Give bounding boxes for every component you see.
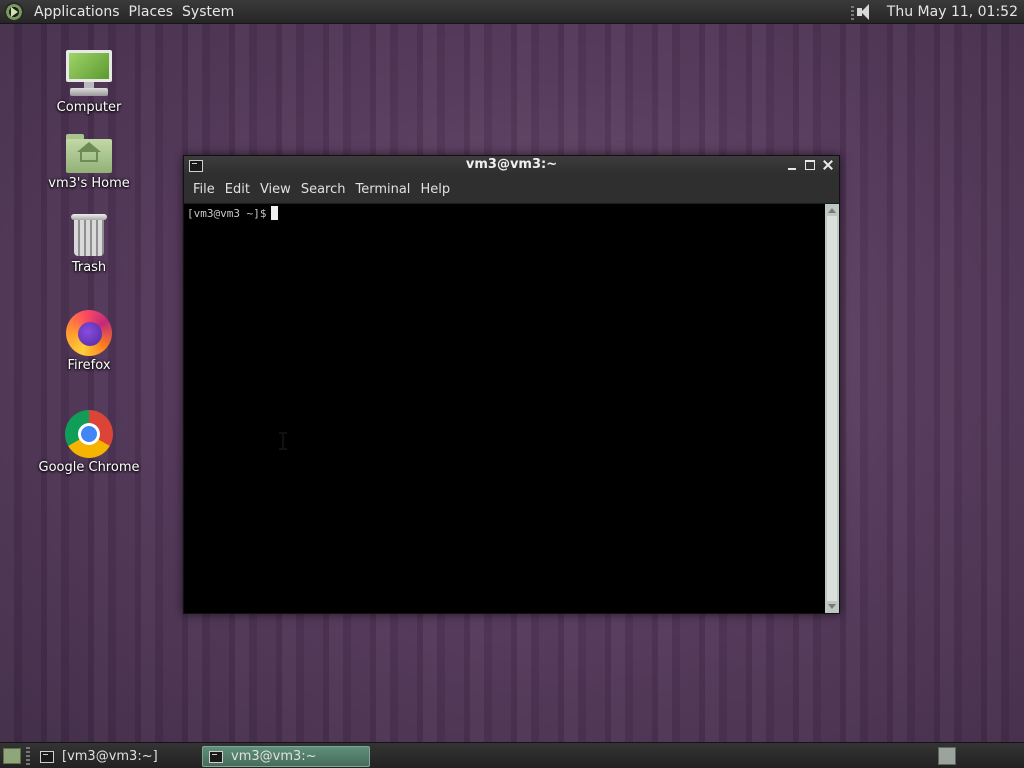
taskbar-item-label: vm3@vm3:~ [231, 749, 317, 764]
top-panel: Applications Places System Thu May 11, 0… [0, 0, 1024, 24]
text-cursor [271, 206, 279, 220]
desktop-icon-label: Firefox [67, 358, 111, 373]
desktop-icon-label: Google Chrome [38, 460, 140, 475]
menu-places[interactable]: Places [125, 4, 178, 20]
desktop-icon-computer[interactable]: Computer [34, 50, 144, 115]
taskbar-item-terminal-2[interactable]: vm3@vm3:~ [202, 746, 370, 767]
menu-terminal[interactable]: Terminal [350, 182, 415, 197]
bottom-panel: [vm3@vm3:~] vm3@vm3:~ [0, 742, 1024, 768]
minimize-icon[interactable] [785, 158, 799, 172]
window-controls [785, 158, 835, 172]
shell-prompt: [vm3@vm3 ~]$ [187, 206, 279, 220]
chrome-icon [65, 410, 113, 458]
menu-edit[interactable]: Edit [220, 182, 255, 197]
distro-menu-icon[interactable] [4, 1, 24, 22]
terminal-output[interactable]: [vm3@vm3 ~]$ [184, 204, 826, 613]
top-panel-tray: Thu May 11, 01:52 [850, 0, 1018, 24]
desktop-icon-label: Trash [71, 260, 107, 275]
menu-view[interactable]: View [255, 182, 296, 197]
scrollbar-track[interactable] [827, 216, 837, 601]
trash-icon [69, 212, 109, 258]
menu-applications[interactable]: Applications [30, 4, 124, 20]
maximize-icon[interactable] [803, 158, 817, 172]
speaker-icon[interactable] [850, 2, 879, 22]
mouse-ibeam-icon [279, 432, 287, 450]
home-folder-icon [66, 134, 112, 174]
terminal-scrollbar[interactable] [825, 204, 839, 613]
terminal-window[interactable]: vm3@vm3:~ File Edit View Search Terminal… [183, 155, 840, 614]
window-titlebar[interactable]: vm3@vm3:~ [184, 156, 839, 176]
taskbar-item-terminal-1[interactable]: [vm3@vm3:~] [34, 746, 198, 767]
panel-handle[interactable] [26, 747, 30, 765]
show-desktop-icon[interactable] [3, 748, 21, 764]
desktop-icon-trash[interactable]: Trash [34, 210, 144, 275]
computer-icon [64, 50, 114, 98]
desktop-icon-label: vm3's Home [48, 176, 130, 191]
prompt-text: [vm3@vm3 ~]$ [187, 207, 267, 220]
window-title: vm3@vm3:~ [465, 157, 558, 172]
terminal-icon [40, 750, 54, 763]
menu-file[interactable]: File [188, 182, 220, 197]
terminal-menubar: File Edit View Search Terminal Help [184, 176, 839, 204]
scroll-up-icon[interactable] [828, 208, 836, 213]
desktop-icon-chrome[interactable]: Google Chrome [34, 406, 144, 475]
desktop-icon-home[interactable]: vm3's Home [34, 130, 144, 191]
clock[interactable]: Thu May 11, 01:52 [887, 4, 1018, 20]
terminal-icon [209, 750, 223, 763]
scroll-down-icon[interactable] [828, 604, 836, 609]
desktop-icon-label: Computer [56, 100, 122, 115]
menu-help[interactable]: Help [415, 182, 455, 197]
close-icon[interactable] [821, 158, 835, 172]
workspace-switcher[interactable] [938, 747, 956, 765]
taskbar-item-label: [vm3@vm3:~] [62, 749, 158, 764]
menu-system[interactable]: System [178, 4, 238, 20]
firefox-icon [66, 310, 112, 356]
desktop-icon-firefox[interactable]: Firefox [34, 306, 144, 373]
menu-search[interactable]: Search [296, 182, 351, 197]
